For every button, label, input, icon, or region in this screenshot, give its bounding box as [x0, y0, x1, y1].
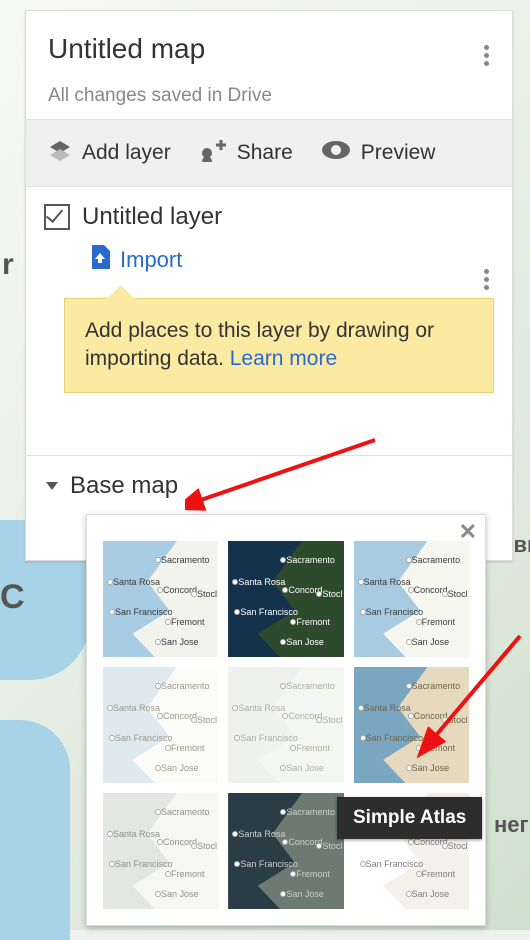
- tile-city-label: Santa Rosa: [238, 577, 285, 587]
- mymaps-panel: Untitled map All changes saved in Drive …: [25, 10, 513, 561]
- tile-city-label: Santa Rosa: [238, 829, 285, 839]
- tile-city-label: Stocl: [197, 589, 217, 599]
- tile-city-label: San Francisco: [240, 859, 298, 869]
- tile-city-label: San Francisco: [366, 733, 424, 743]
- layer-row: Untitled layer: [44, 203, 494, 231]
- add-layer-label: Add layer: [82, 141, 171, 165]
- style-tile[interactable]: SacramentoSanta RosaConcordSan Francisco…: [103, 541, 218, 657]
- share-label: Share: [237, 141, 293, 165]
- learn-more-link[interactable]: Learn more: [230, 347, 337, 370]
- tile-city-label: San Jose: [286, 763, 324, 773]
- tile-city-label: Stocl: [197, 715, 217, 725]
- preview-label: Preview: [361, 141, 436, 165]
- tile-city-label: San Francisco: [240, 607, 298, 617]
- style-grid: SacramentoSanta RosaConcordSan Francisco…: [103, 541, 469, 909]
- tile-city-label: Stocl: [448, 589, 468, 599]
- tile-city-label: Sacramento: [286, 681, 335, 691]
- import-file-icon: [90, 245, 110, 274]
- style-tile[interactable]: SacramentoSanta RosaConcordSan Francisco…: [228, 541, 343, 657]
- tile-city-label: San Francisco: [115, 859, 173, 869]
- style-tile[interactable]: SacramentoSanta RosaConcordSan Francisco…: [354, 541, 469, 657]
- tile-city-label: San Jose: [412, 637, 450, 647]
- import-row: Import: [90, 245, 494, 274]
- tile-city-label: Santa Rosa: [113, 703, 160, 713]
- bg-text-fragment: r: [2, 248, 14, 282]
- tile-city-label: Sacramento: [161, 681, 210, 691]
- tile-city-label: San Francisco: [115, 607, 173, 617]
- tile-city-label: San Jose: [161, 763, 199, 773]
- tile-city-label: Stocl: [322, 589, 342, 599]
- bg-text-fragment: C: [0, 578, 25, 617]
- layers-icon: [48, 138, 72, 168]
- tile-city-label: Fremont: [422, 617, 456, 627]
- tile-city-label: Santa Rosa: [364, 703, 411, 713]
- layer-title[interactable]: Untitled layer: [82, 203, 222, 231]
- bg-text-fragment: негр: [494, 812, 530, 838]
- tile-city-label: Stocl: [322, 841, 342, 851]
- tile-city-label: Santa Rosa: [364, 577, 411, 587]
- tile-city-label: Sacramento: [412, 681, 461, 691]
- caret-down-icon: [46, 482, 58, 490]
- share-button[interactable]: Share: [199, 138, 293, 168]
- tile-city-label: San Jose: [412, 763, 450, 773]
- style-tile[interactable]: SacramentoSanta RosaConcordSan Francisco…: [103, 793, 218, 909]
- tile-city-label: Fremont: [422, 743, 456, 753]
- layer-section: Untitled layer Import Add places to this…: [26, 187, 512, 411]
- save-status: All changes saved in Drive: [48, 85, 490, 107]
- tile-city-label: Stocl: [322, 715, 342, 725]
- tile-city-label: Stocl: [448, 841, 468, 851]
- panel-header: Untitled map All changes saved in Drive: [26, 11, 512, 119]
- map-title[interactable]: Untitled map: [48, 33, 490, 65]
- tile-city-label: Fremont: [296, 617, 330, 627]
- tile-city-label: Santa Rosa: [113, 829, 160, 839]
- tile-city-label: San Jose: [412, 889, 450, 899]
- layer-overflow-menu[interactable]: [470, 263, 502, 295]
- tile-city-label: Sacramento: [412, 555, 461, 565]
- tile-city-label: Santa Rosa: [113, 577, 160, 587]
- tile-city-label: Sacramento: [286, 555, 335, 565]
- style-tile[interactable]: SacramentoSanta RosaConcordSan Francisco…: [354, 667, 469, 783]
- tile-city-label: Sacramento: [286, 807, 335, 817]
- tile-city-label: Fremont: [422, 869, 456, 879]
- tile-city-label: Sacramento: [161, 555, 210, 565]
- tile-city-label: San Jose: [161, 889, 199, 899]
- tile-city-label: Santa Rosa: [238, 703, 285, 713]
- tile-city-label: Fremont: [171, 617, 205, 627]
- eye-icon: [321, 140, 351, 166]
- toolbar: Add layer Share Preview: [26, 119, 512, 187]
- tile-city-label: Fremont: [171, 869, 205, 879]
- tile-city-label: San Jose: [286, 637, 324, 647]
- tile-city-label: San Francisco: [115, 733, 173, 743]
- tile-city-label: Fremont: [296, 743, 330, 753]
- style-tile[interactable]: SacramentoSanta RosaConcordSan Francisco…: [228, 793, 343, 909]
- tile-city-label: San Jose: [286, 889, 324, 899]
- tile-city-label: San Francisco: [240, 733, 298, 743]
- tile-city-label: San Francisco: [366, 607, 424, 617]
- share-icon: [199, 138, 227, 168]
- tile-city-label: San Jose: [161, 637, 199, 647]
- tile-city-label: Stocl: [448, 715, 468, 725]
- basemap-style-popup: ✕ SacramentoSanta RosaConcordSan Francis…: [86, 514, 486, 926]
- layer-visibility-checkbox[interactable]: [44, 204, 70, 230]
- tile-city-label: Sacramento: [161, 807, 210, 817]
- tile-city-label: San Francisco: [366, 859, 424, 869]
- style-tile[interactable]: SacramentoSanta RosaConcordSan Francisco…: [228, 667, 343, 783]
- tile-city-label: Fremont: [296, 869, 330, 879]
- tile-city-label: Fremont: [171, 743, 205, 753]
- tile-city-label: Stocl: [197, 841, 217, 851]
- preview-button[interactable]: Preview: [321, 140, 436, 166]
- base-map-label: Base map: [70, 472, 178, 500]
- import-link[interactable]: Import: [120, 247, 182, 273]
- add-layer-button[interactable]: Add layer: [48, 138, 171, 168]
- layer-tip: Add places to this layer by drawing or i…: [64, 298, 494, 393]
- style-tooltip: Simple Atlas: [337, 797, 482, 839]
- map-overflow-menu[interactable]: [470, 39, 502, 71]
- style-tile[interactable]: SacramentoSanta RosaConcordSan Francisco…: [103, 667, 218, 783]
